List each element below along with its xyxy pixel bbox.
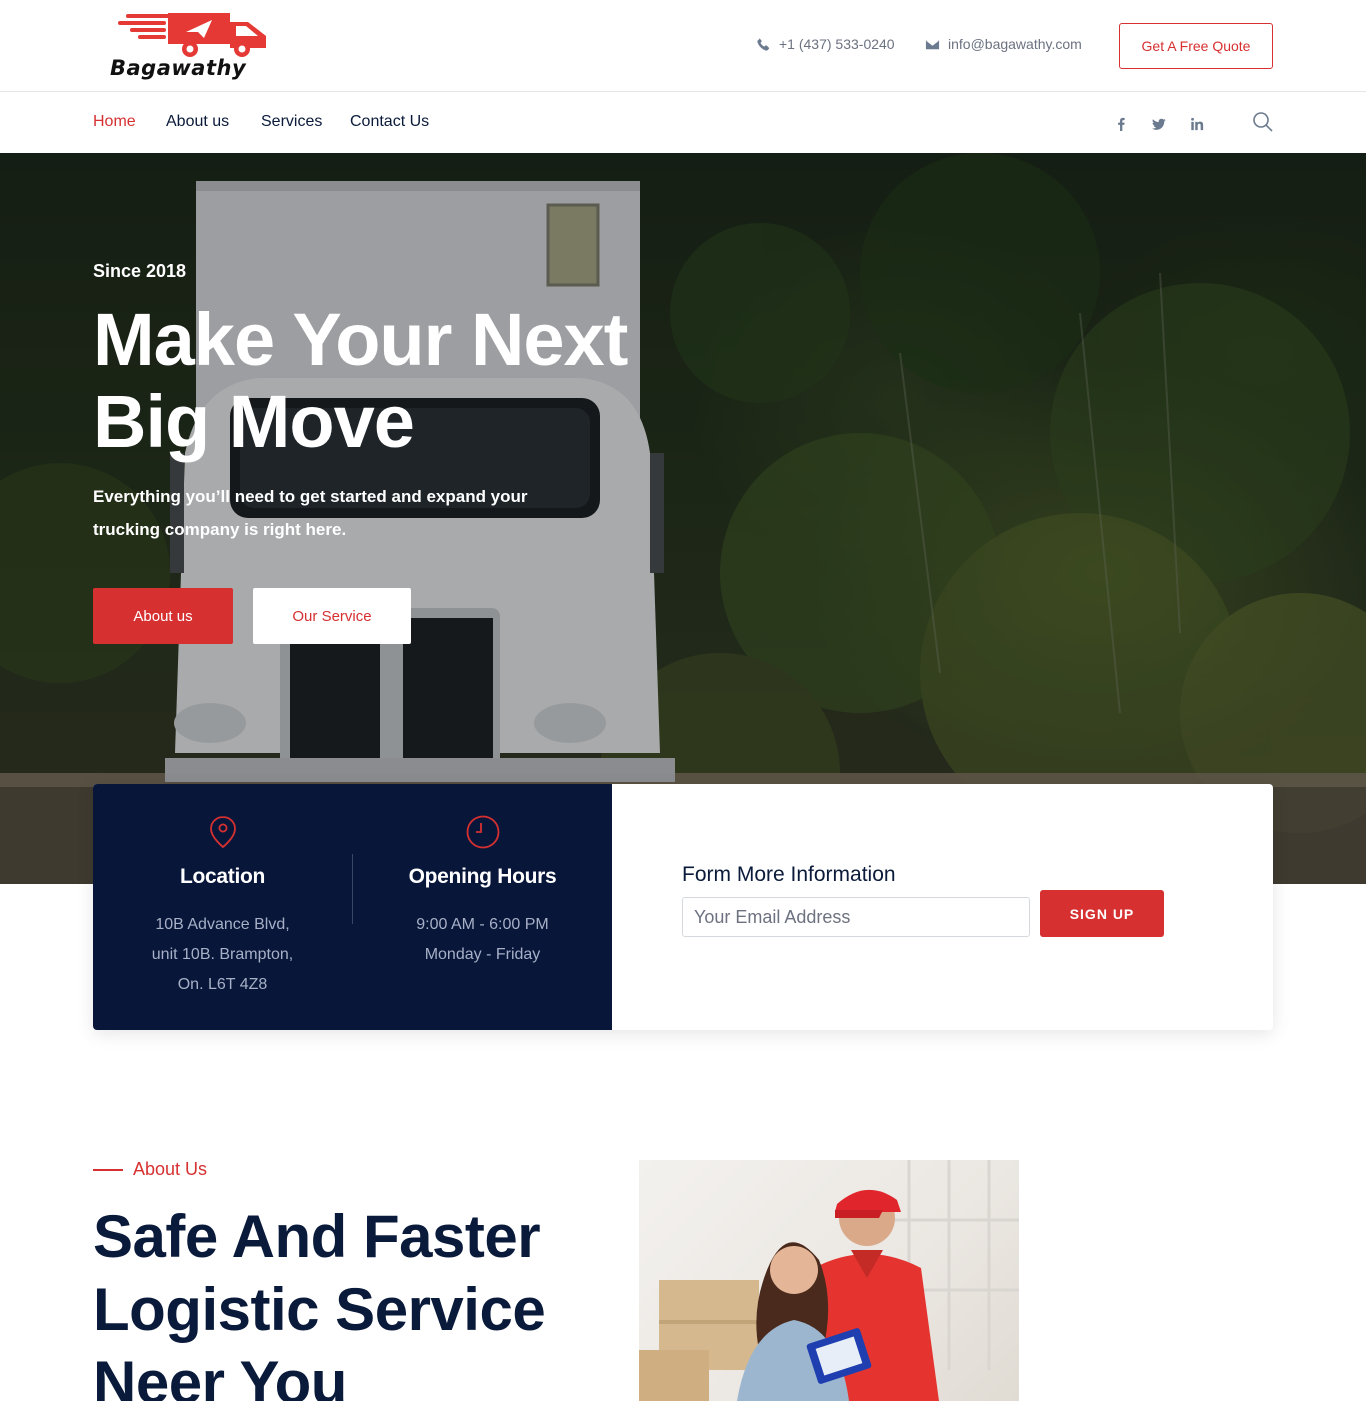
about-photo [639,1160,1019,1401]
location-address: 10B Advance Blvd, unit 10B. Brampton, On… [123,910,322,1000]
location-title: Location [179,865,266,888]
hero-subtitle: Everything you’ll need to get started an… [93,487,528,539]
hero-eyebrow: Since 2018 [93,261,187,281]
about-title-line3: Neer You [93,1349,347,1401]
address-line1: 10B Advance Blvd, [155,916,290,933]
email-field[interactable] [682,897,1030,937]
nav-item-services[interactable]: Services [261,113,322,131]
location-pin-icon [210,816,236,849]
about-us-button[interactable]: About us [93,588,233,644]
hero-title: Make Your Next Big Move [93,299,693,463]
hero-section: Since 2018 Make Your Next Big Move Every… [0,153,1366,884]
hours-card: Opening Hours 9:00 AM - 6:00 PM Monday -… [353,784,612,1030]
our-service-button[interactable]: Our Service [253,588,411,644]
twitter-icon[interactable] [1150,115,1168,133]
sign-up-button[interactable]: SIGN UP [1040,890,1164,937]
nav-item-home[interactable]: Home [93,113,136,131]
brand-name: Bagawathy [110,56,247,80]
about-label: About Us [133,1159,208,1179]
header-email[interactable]: info@bagawathy.com [925,36,1082,52]
truck-logo-icon [118,13,266,57]
hours-title: Opening Hours [408,865,557,888]
hero-title-line2: Big Move [93,380,415,463]
form-title: Form More Information [682,863,896,886]
delivery-people-illustration [639,1160,1019,1401]
main-nav: Home About us Services Contact Us [0,93,1366,153]
address-line2: unit 10B. Brampton, [151,946,294,963]
phone-icon [757,37,770,51]
top-header: Bagawathy +1 (437) 533-0240 info@bagawat… [0,0,1366,92]
nav-item-contact[interactable]: Contact Us [350,113,429,131]
info-panel: Location 10B Advance Blvd, unit 10B. Bra… [93,784,1273,1030]
about-title-line2: Logistic Service [93,1276,546,1343]
hero-title-line1: Make Your Next [93,298,628,381]
facebook-icon[interactable] [1112,115,1130,133]
info-dark-panel: Location 10B Advance Blvd, unit 10B. Bra… [93,784,612,1030]
about-accent-line [93,1169,123,1171]
about-title: Safe And Faster Logistic Service Neer Yo… [93,1200,613,1401]
get-quote-button[interactable]: Get A Free Quote [1119,23,1273,69]
phone-text: +1 (437) 533-0240 [779,36,895,52]
hours-time: 9:00 AM - 6:00 PM [416,916,549,933]
search-icon[interactable] [1252,111,1274,133]
linkedin-icon[interactable] [1188,115,1206,133]
location-card: Location 10B Advance Blvd, unit 10B. Bra… [93,784,352,1030]
nav-item-about[interactable]: About us [166,113,229,131]
envelope-icon [925,39,940,49]
clock-icon [466,815,500,849]
email-text: info@bagawathy.com [948,36,1082,52]
address-line3: On. L6T 4Z8 [177,976,268,993]
about-title-line1: Safe And Faster [93,1203,541,1270]
header-phone[interactable]: +1 (437) 533-0240 [756,36,895,52]
hours-days: Monday - Friday [424,946,541,963]
hours-text: 9:00 AM - 6:00 PM Monday - Friday [383,910,582,970]
brand-logo[interactable]: Bagawathy [108,10,283,84]
